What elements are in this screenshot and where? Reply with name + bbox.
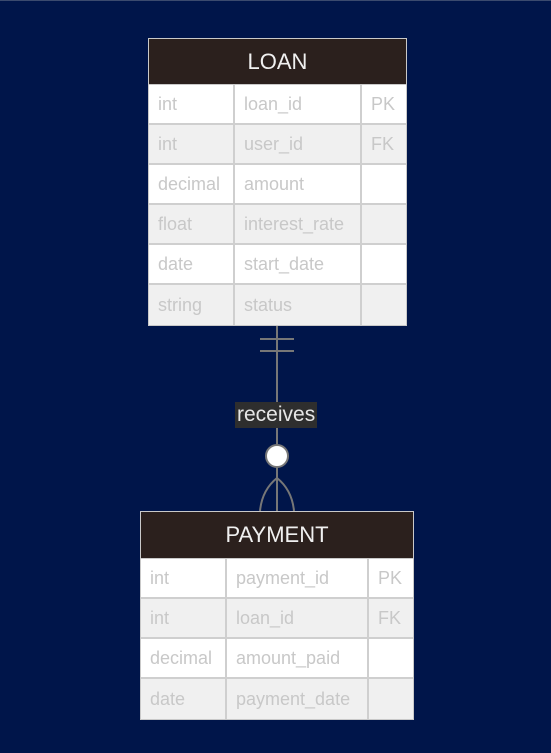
attribute-type: int <box>149 85 235 123</box>
attribute-row: date payment_date <box>141 679 413 719</box>
attribute-row: int user_id FK <box>149 125 406 165</box>
attribute-name: start_date <box>235 245 362 283</box>
attribute-name: loan_id <box>227 599 369 637</box>
entity-title: LOAN <box>149 39 406 85</box>
attribute-name: user_id <box>235 125 362 163</box>
entity-title: PAYMENT <box>141 512 413 559</box>
attribute-row: int loan_id PK <box>149 85 406 125</box>
zero-circle <box>265 444 289 468</box>
attribute-name: interest_rate <box>235 205 362 243</box>
attribute-type: decimal <box>149 165 235 203</box>
attribute-type: date <box>141 679 227 719</box>
attribute-key: FK <box>362 125 406 163</box>
attribute-row: int payment_id PK <box>141 559 413 599</box>
attribute-row: float interest_rate <box>149 205 406 245</box>
attribute-name: loan_id <box>235 85 362 123</box>
attribute-name: payment_id <box>227 559 369 597</box>
attribute-name: amount <box>235 165 362 203</box>
attribute-key <box>362 205 406 243</box>
attribute-type: date <box>149 245 235 283</box>
attribute-name: payment_date <box>227 679 369 719</box>
crowfoot-right <box>276 477 295 512</box>
attribute-key <box>362 165 406 203</box>
attribute-type: int <box>141 559 227 597</box>
attribute-name: status <box>235 285 362 325</box>
attribute-type: int <box>149 125 235 163</box>
crowfoot-left <box>259 477 278 512</box>
attribute-row: int loan_id FK <box>141 599 413 639</box>
attribute-key <box>369 639 413 677</box>
attribute-key: FK <box>369 599 413 637</box>
attribute-row: decimal amount <box>149 165 406 205</box>
attribute-type: string <box>149 285 235 325</box>
attribute-key: PK <box>369 559 413 597</box>
attribute-row: date start_date <box>149 245 406 285</box>
attribute-key <box>362 285 406 325</box>
attribute-type: int <box>141 599 227 637</box>
relationship-label[interactable]: receives <box>235 402 318 428</box>
attribute-type: float <box>149 205 235 243</box>
attribute-row: decimal amount_paid <box>141 639 413 679</box>
attribute-key: PK <box>362 85 406 123</box>
entity-payment[interactable]: PAYMENT int payment_id PK int loan_id FK… <box>140 511 414 720</box>
attribute-type: decimal <box>141 639 227 677</box>
entity-loan[interactable]: LOAN int loan_id PK int user_id FK decim… <box>148 38 407 326</box>
attribute-key <box>362 245 406 283</box>
attribute-name: amount_paid <box>227 639 369 677</box>
attribute-key <box>369 679 413 719</box>
attribute-row: string status <box>149 285 406 325</box>
